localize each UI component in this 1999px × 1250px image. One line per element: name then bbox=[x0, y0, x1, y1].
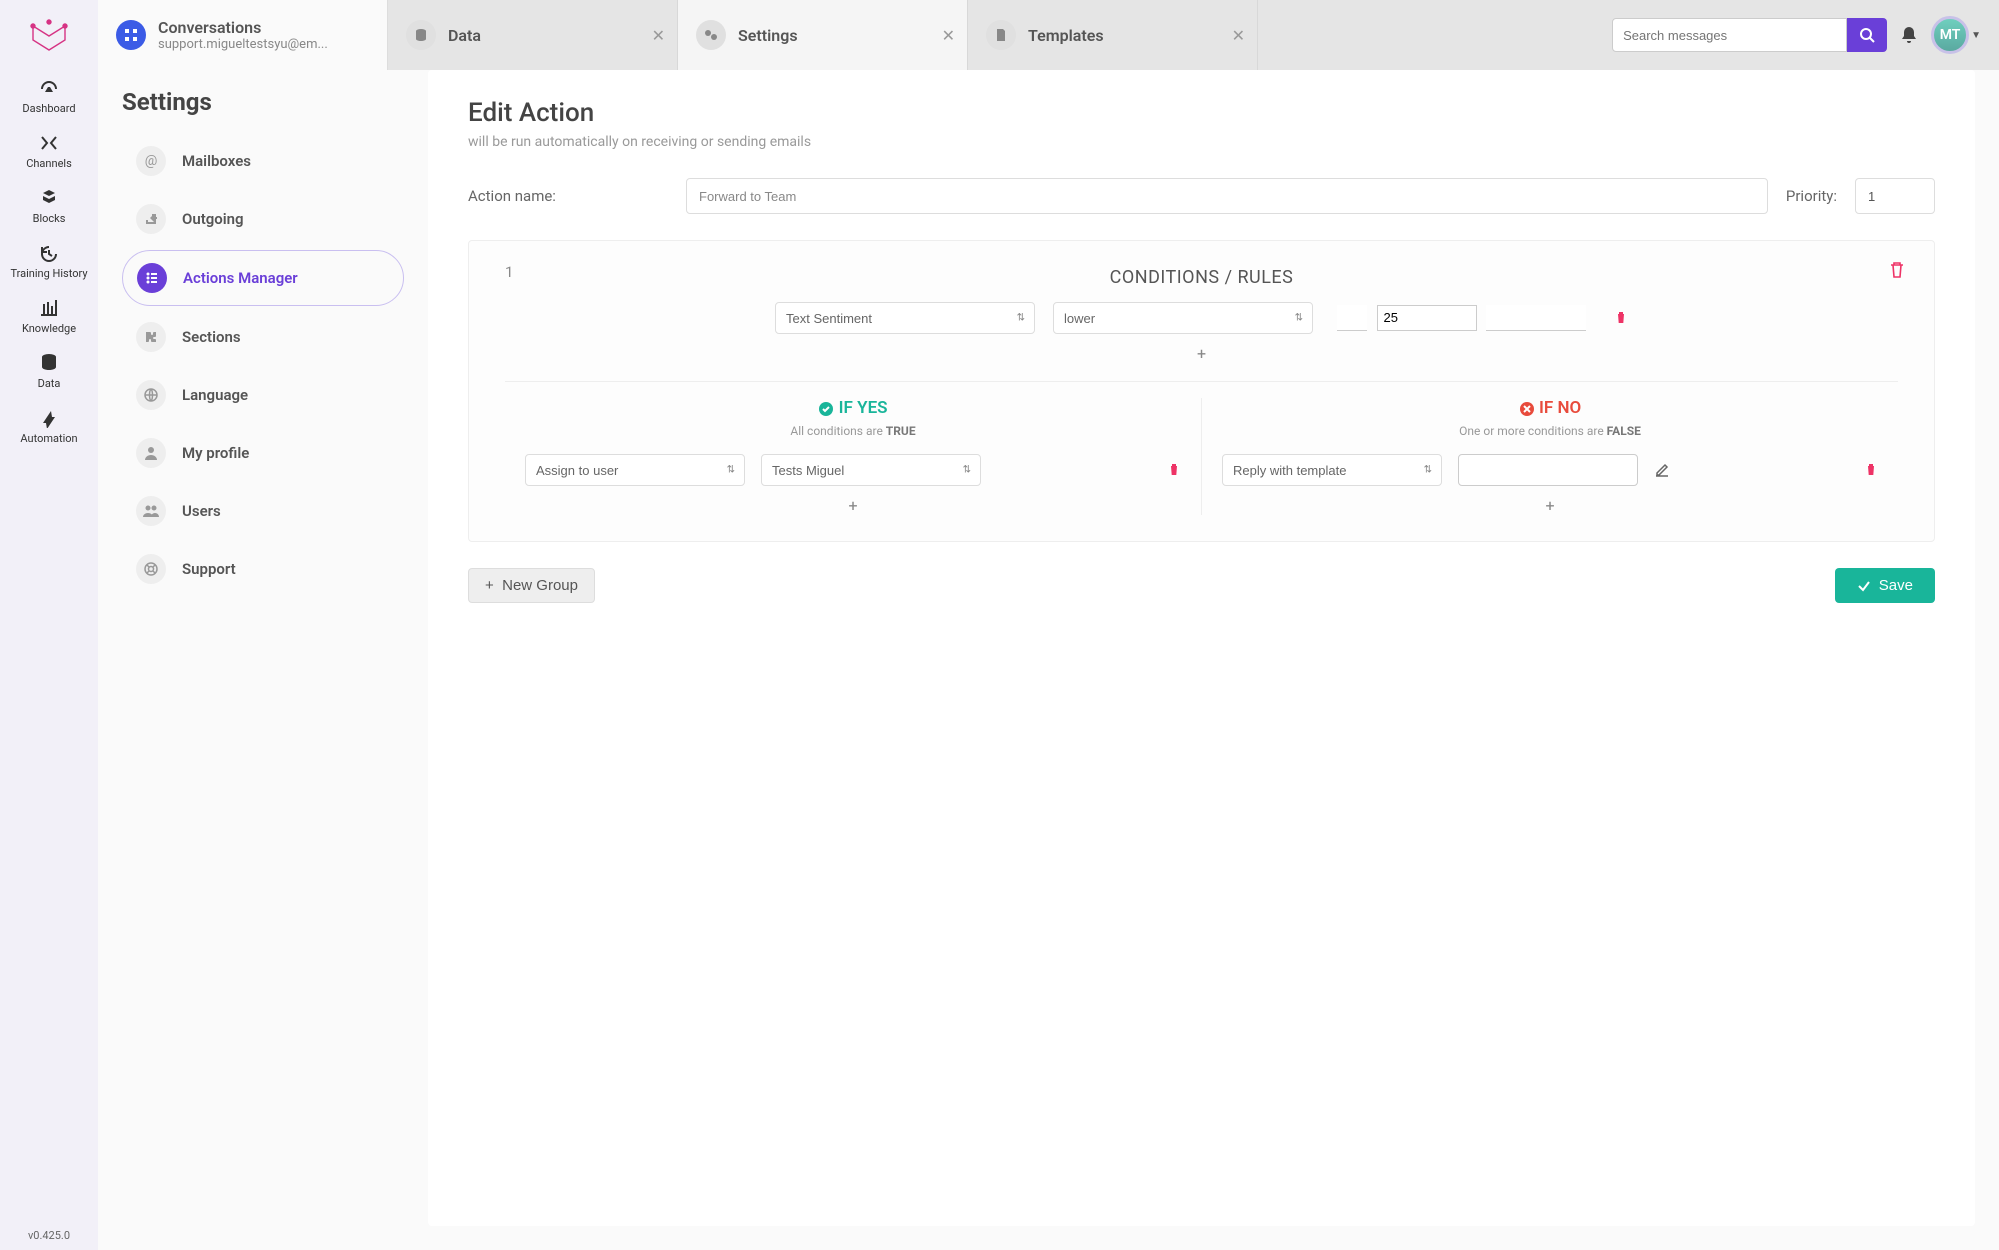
sidebar-item-language[interactable]: Language bbox=[122, 368, 404, 422]
yes-action-select[interactable]: Assign to user bbox=[525, 454, 745, 486]
page-subtitle: will be run automatically on receiving o… bbox=[468, 134, 1935, 150]
search-input[interactable] bbox=[1612, 18, 1847, 52]
yes-target-select[interactable]: Tests Miguel bbox=[761, 454, 981, 486]
sidebar-item-sections[interactable]: Sections bbox=[122, 310, 404, 364]
list-icon bbox=[137, 263, 167, 293]
tab-conversations-title: Conversations bbox=[158, 18, 328, 37]
nav-automation-label: Automation bbox=[20, 432, 77, 445]
action-name-input[interactable] bbox=[686, 178, 1768, 214]
search-button[interactable] bbox=[1847, 18, 1887, 52]
delete-no-action-button[interactable] bbox=[1864, 463, 1878, 477]
sidebar-item-my-profile[interactable]: My profile bbox=[122, 426, 404, 480]
page-title: Edit Action bbox=[468, 98, 1935, 128]
version-label: v0.425.0 bbox=[28, 1229, 70, 1242]
close-icon[interactable]: ✕ bbox=[1232, 26, 1245, 45]
condition-value-input[interactable] bbox=[1377, 305, 1477, 331]
save-button[interactable]: Save bbox=[1835, 568, 1935, 603]
add-condition-button[interactable]: + bbox=[505, 344, 1898, 363]
nav-dashboard-label: Dashboard bbox=[22, 102, 75, 115]
if-no-title: IF NO bbox=[1539, 398, 1581, 418]
grid-icon bbox=[116, 20, 146, 50]
search-box bbox=[1612, 18, 1887, 52]
puzzle-icon bbox=[136, 322, 166, 352]
sidebar-item-support[interactable]: Support bbox=[122, 542, 404, 596]
tab-templates[interactable]: Templates ✕ bbox=[968, 0, 1258, 70]
condition-op-select[interactable]: lower bbox=[1053, 302, 1313, 334]
if-yes-title: IF YES bbox=[839, 398, 888, 418]
bell-icon[interactable] bbox=[1899, 25, 1919, 45]
tab-data-title: Data bbox=[448, 26, 481, 45]
tab-data[interactable]: Data ✕ bbox=[388, 0, 678, 70]
priority-input[interactable] bbox=[1855, 178, 1935, 214]
delete-group-button[interactable] bbox=[1888, 261, 1906, 279]
no-template-input[interactable] bbox=[1458, 454, 1638, 486]
gears-icon bbox=[696, 20, 726, 50]
group-number: 1 bbox=[505, 263, 513, 281]
chevron-down-icon[interactable]: ▼ bbox=[1971, 30, 1981, 41]
rule-group: 1 CONDITIONS / RULES Text Sentiment lowe… bbox=[468, 240, 1935, 542]
nav-training-label: Training History bbox=[10, 267, 87, 280]
condition-value-suffix[interactable] bbox=[1486, 305, 1586, 331]
add-yes-action-button[interactable]: + bbox=[525, 496, 1181, 515]
edit-template-button[interactable] bbox=[1654, 462, 1670, 478]
delete-condition-button[interactable] bbox=[1614, 311, 1628, 325]
tab-conversations-sub: support.migueltestsyu@em... bbox=[158, 37, 328, 52]
nav-knowledge[interactable]: Knowledge bbox=[22, 298, 76, 335]
condition-value-prefix[interactable] bbox=[1337, 305, 1367, 331]
nav-knowledge-label: Knowledge bbox=[22, 322, 76, 335]
priority-label: Priority: bbox=[1786, 187, 1837, 205]
add-no-action-button[interactable]: + bbox=[1222, 496, 1878, 515]
conditions-title: CONDITIONS / RULES bbox=[505, 267, 1898, 288]
if-no-sub: One or more conditions are FALSE bbox=[1222, 424, 1878, 438]
avatar[interactable]: MT bbox=[1931, 16, 1969, 54]
nav-data-label: Data bbox=[38, 377, 61, 390]
nav-blocks[interactable]: Blocks bbox=[33, 188, 66, 225]
tab-settings-title: Settings bbox=[738, 26, 798, 45]
if-yes-sub: All conditions are TRUE bbox=[525, 424, 1181, 438]
tab-templates-title: Templates bbox=[1028, 26, 1104, 45]
new-group-button[interactable]: + New Group bbox=[468, 568, 595, 603]
users-icon bbox=[136, 496, 166, 526]
sidebar-item-actions-manager[interactable]: Actions Manager bbox=[122, 250, 404, 306]
user-icon bbox=[136, 438, 166, 468]
file-icon bbox=[986, 20, 1016, 50]
globe-icon bbox=[136, 380, 166, 410]
database-icon bbox=[406, 20, 436, 50]
lifebuoy-icon bbox=[136, 554, 166, 584]
delete-yes-action-button[interactable] bbox=[1167, 463, 1181, 477]
nav-training-history[interactable]: Training History bbox=[10, 243, 87, 280]
close-icon[interactable]: ✕ bbox=[942, 26, 955, 45]
settings-heading: Settings bbox=[122, 88, 404, 116]
logo[interactable] bbox=[27, 18, 71, 58]
nav-channels[interactable]: Channels bbox=[26, 133, 72, 170]
condition-field-select[interactable]: Text Sentiment bbox=[775, 302, 1035, 334]
nav-data[interactable]: Data bbox=[38, 353, 61, 390]
sidebar-item-users[interactable]: Users bbox=[122, 484, 404, 538]
tab-settings[interactable]: Settings ✕ bbox=[678, 0, 968, 70]
sidebar-item-mailboxes[interactable]: @ Mailboxes bbox=[122, 134, 404, 188]
sidebar-item-outgoing[interactable]: Outgoing bbox=[122, 192, 404, 246]
nav-automation[interactable]: Automation bbox=[20, 408, 77, 445]
share-icon bbox=[136, 204, 166, 234]
at-icon: @ bbox=[136, 146, 166, 176]
action-name-label: Action name: bbox=[468, 187, 668, 205]
tab-conversations[interactable]: Conversations support.migueltestsyu@em..… bbox=[98, 0, 388, 70]
nav-blocks-label: Blocks bbox=[33, 212, 66, 225]
close-icon[interactable]: ✕ bbox=[652, 26, 665, 45]
nav-dashboard[interactable]: Dashboard bbox=[22, 78, 75, 115]
nav-channels-label: Channels bbox=[26, 157, 72, 170]
no-action-select[interactable]: Reply with template bbox=[1222, 454, 1442, 486]
